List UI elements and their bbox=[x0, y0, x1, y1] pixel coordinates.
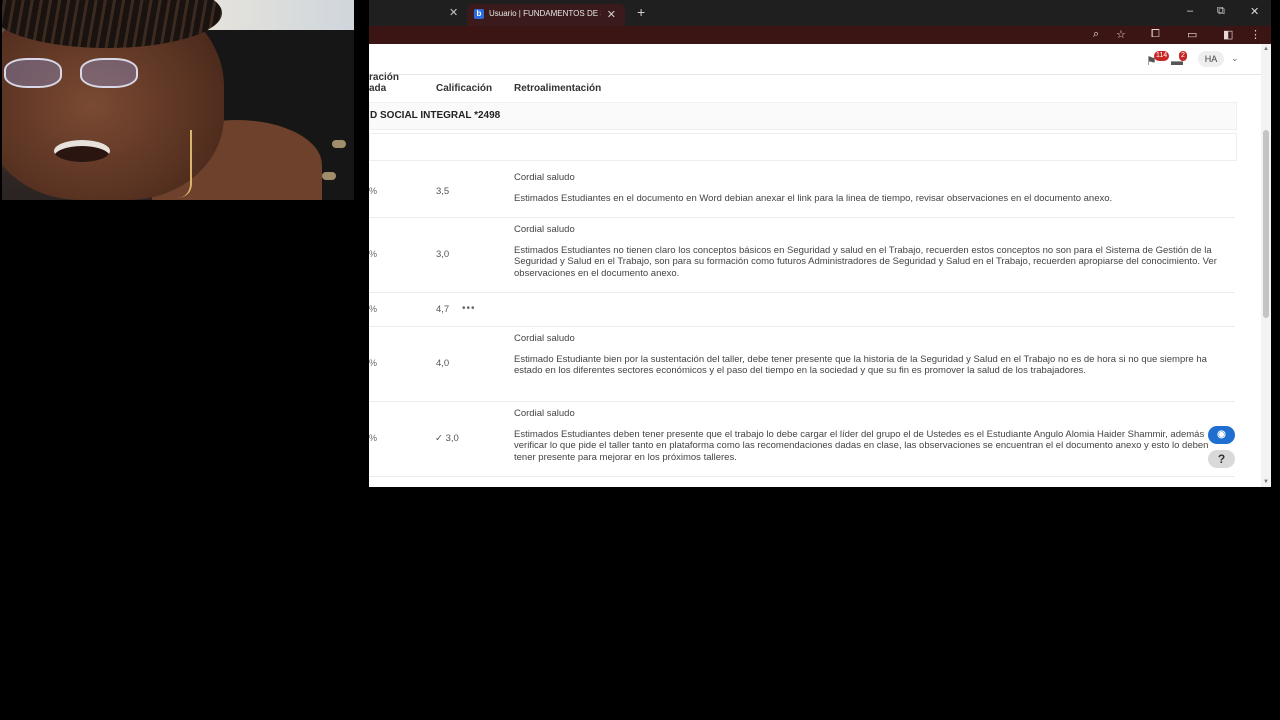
feedback-cell: Cordial saludo Estimados Estudiantes no … bbox=[514, 224, 1226, 279]
grade-cell: ✓ 3,0 bbox=[435, 433, 459, 444]
scrollbar[interactable]: ▲ ▼ bbox=[1261, 44, 1271, 487]
grade-cell: 3,0 bbox=[436, 249, 450, 260]
percentage-cell: % bbox=[369, 358, 378, 368]
close-icon[interactable]: ✕ bbox=[449, 6, 458, 19]
glasses-left-lens bbox=[4, 58, 62, 88]
percentage-cell: % bbox=[369, 304, 378, 314]
puzzle-icon[interactable]: ◧ bbox=[1223, 28, 1233, 41]
messages-button[interactable]: ▬ 2 bbox=[1171, 51, 1187, 68]
scroll-down-icon[interactable]: ▼ bbox=[1263, 479, 1269, 485]
check-icon: ✓ bbox=[435, 433, 443, 444]
feedback-greeting: Cordial saludo bbox=[514, 408, 575, 419]
restore-icon[interactable]: ⧉ bbox=[1217, 5, 1225, 18]
glasses-right-lens bbox=[80, 58, 138, 88]
tab-bar: ✕ b Usuario | FUNDAMENTOS DE S ✕ + – ⧉ ✕ bbox=[369, 0, 1271, 26]
necklace bbox=[178, 130, 192, 198]
eye-icon: ◉ bbox=[1217, 429, 1226, 440]
menu-icon[interactable]: ⋮ bbox=[1250, 28, 1261, 41]
table-row: % 4,7 ••• bbox=[369, 293, 1235, 327]
avatar[interactable]: HA bbox=[1198, 51, 1224, 67]
table-row: % 3,5 Cordial saludo Estimados Estudiant… bbox=[369, 167, 1235, 218]
messages-badge: 2 bbox=[1179, 51, 1187, 61]
more-options-icon[interactable]: ••• bbox=[462, 303, 476, 314]
chevron-down-icon[interactable]: ⌄ bbox=[1231, 53, 1239, 64]
browser-toolbar: ⌕ ☆ ⧠ ▭ ◧ ⋮ bbox=[369, 26, 1271, 44]
notifications-button[interactable]: ⚑ 114 bbox=[1146, 51, 1170, 68]
presenter-mouth bbox=[54, 140, 110, 162]
table-row: % 4,0 Cordial saludo Estimado Estudiante… bbox=[369, 327, 1235, 402]
extensions-icon[interactable]: ⧠ bbox=[1151, 28, 1160, 41]
empty-row bbox=[369, 133, 1237, 161]
course-group-row: D SOCIAL INTEGRAL *2498 bbox=[369, 102, 1237, 130]
feedback-cell: Cordial saludo Estimados Estudiantes deb… bbox=[514, 408, 1226, 463]
scroll-up-icon[interactable]: ▲ bbox=[1263, 46, 1269, 52]
tab-title: Usuario | FUNDAMENTOS DE S bbox=[489, 9, 601, 18]
new-tab-icon[interactable]: + bbox=[637, 4, 645, 20]
feedback-greeting: Cordial saludo bbox=[514, 333, 575, 344]
tab-close-icon[interactable]: ✕ bbox=[607, 8, 616, 21]
column-header-partial: ración ada bbox=[369, 72, 400, 94]
percentage-cell: % bbox=[369, 186, 378, 196]
grade-cell: 4,0 bbox=[436, 358, 450, 369]
feedback-text: Estimados Estudiantes deben tener presen… bbox=[514, 428, 1209, 463]
accessibility-eye-button[interactable]: ◉ bbox=[1208, 426, 1235, 444]
webcam-overlay bbox=[2, 0, 354, 200]
zoom-icon[interactable]: ⌕ bbox=[1093, 28, 1099, 41]
feedback-cell: Cordial saludo Estimado Estudiante bien … bbox=[514, 333, 1226, 377]
feedback-greeting: Cordial saludo bbox=[514, 224, 575, 235]
percentage-cell: % bbox=[369, 433, 378, 443]
window-close-icon[interactable]: ✕ bbox=[1250, 5, 1259, 18]
star-icon[interactable]: ☆ bbox=[1116, 28, 1126, 41]
grade-cell: 4,7 bbox=[436, 304, 450, 315]
minimize-icon[interactable]: – bbox=[1187, 5, 1193, 17]
feedback-text: Estimado Estudiante bien por la sustenta… bbox=[514, 353, 1207, 377]
sidebar-icon[interactable]: ▭ bbox=[1187, 28, 1197, 41]
notifications-badge: 114 bbox=[1154, 51, 1170, 61]
tab-active[interactable]: b Usuario | FUNDAMENTOS DE S ✕ bbox=[467, 4, 625, 26]
feedback-greeting: Cordial saludo bbox=[514, 172, 575, 183]
table-row: % ✓ 3,0 Cordial saludo Estimados Estudia… bbox=[369, 402, 1235, 477]
grade-cell: 3,5 bbox=[436, 186, 450, 197]
feedback-cell: Cordial saludo Estimados Estudiantes en … bbox=[514, 172, 1226, 204]
scrollbar-thumb[interactable] bbox=[1263, 130, 1269, 318]
browser-window: ✕ b Usuario | FUNDAMENTOS DE S ✕ + – ⧉ ✕… bbox=[369, 0, 1271, 487]
table-row: % 3,0 Cordial saludo Estimados Estudiant… bbox=[369, 218, 1235, 293]
course-group-title: D SOCIAL INTEGRAL *2498 bbox=[370, 110, 501, 121]
feedback-text: Estimados Estudiantes no tienen claro lo… bbox=[514, 244, 1217, 279]
grades-table: ración ada Calificación Retroalimentació… bbox=[369, 72, 1259, 487]
tab-favicon-icon: b bbox=[474, 9, 484, 19]
app-header: ⚑ 114 ▬ 2 HA ⌄ bbox=[369, 44, 1271, 75]
help-button[interactable]: ? bbox=[1208, 450, 1235, 468]
feedback-text: Estimados Estudiantes en el documento en… bbox=[514, 192, 1113, 204]
percentage-cell: % bbox=[369, 249, 378, 259]
